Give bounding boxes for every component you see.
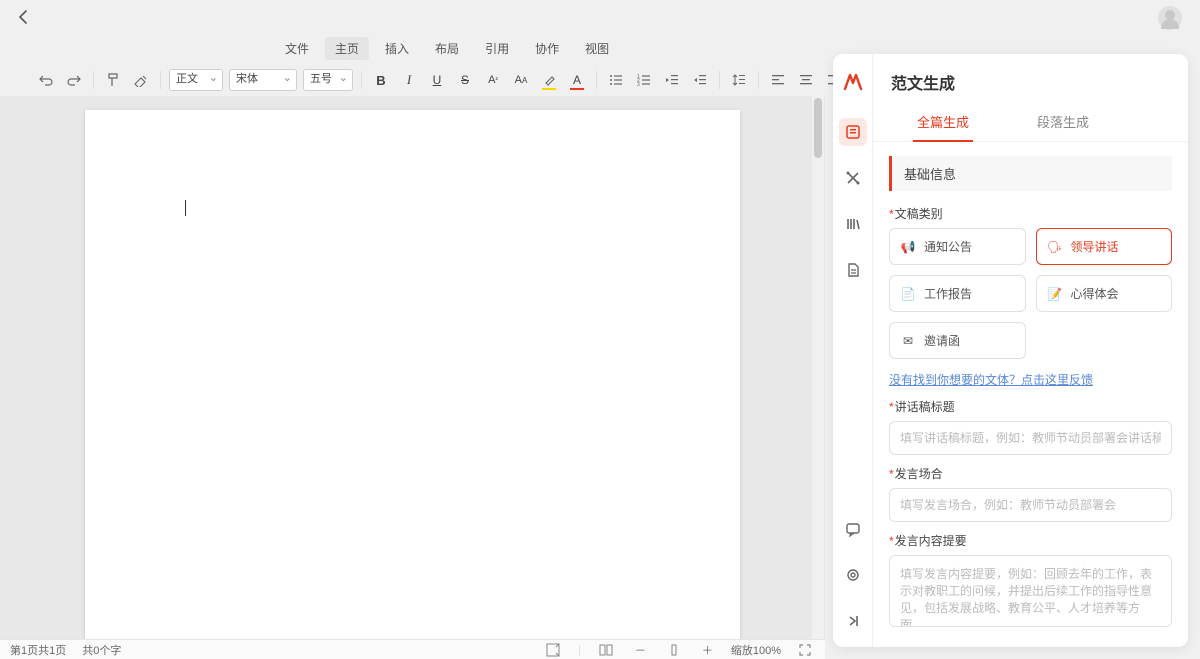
menu-insert[interactable]: 插入 [375,37,419,60]
envelope-icon: ✉ [900,334,916,348]
menu-layout[interactable]: 布局 [425,37,469,60]
font-color-button[interactable]: A [566,69,588,91]
font-case-button[interactable]: AA [510,69,532,91]
font-size-select[interactable]: 五号 [303,69,353,91]
type-reflection[interactable]: 📝心得体会 [1036,275,1173,312]
italic-button[interactable]: I [398,69,420,91]
undo-button[interactable] [35,69,57,91]
page-indicator: 第1页共1页 [10,642,66,658]
tab-full-generate[interactable]: 全篇生成 [913,104,973,141]
user-avatar[interactable] [1158,6,1182,30]
redo-button[interactable] [63,69,85,91]
font-select[interactable]: 宋体 [229,69,297,91]
report-icon: 📄 [900,287,916,301]
vertical-scrollbar[interactable] [812,96,824,639]
rail-collapse-icon[interactable] [839,607,867,635]
ai-form: 基础信息 *文稿类别 📢通知公告 🗣领导讲话 📄工作报告 📝心得体会 ✉邀请函 … [873,142,1188,647]
type-invitation[interactable]: ✉邀请函 [889,322,1026,359]
zoom-out-button[interactable]: － [631,642,650,658]
underline-button[interactable]: U [426,69,448,91]
type-speech[interactable]: 🗣领导讲话 [1036,228,1173,265]
bold-button[interactable]: B [370,69,392,91]
type-notice[interactable]: 📢通知公告 [889,228,1026,265]
megaphone-icon: 📢 [900,240,916,254]
ai-logo-icon [839,68,867,96]
ai-tabs: 全篇生成 段落生成 [873,104,1188,142]
menu-view[interactable]: 视图 [575,37,619,60]
align-left-button[interactable] [767,69,789,91]
ai-rail [833,54,873,647]
menu-collab[interactable]: 协作 [525,37,569,60]
zoom-label: 缩放100% [731,642,781,658]
type-report[interactable]: 📄工作报告 [889,275,1026,312]
menu-reference[interactable]: 引用 [475,37,519,60]
highlight-button[interactable] [538,69,560,91]
document-page[interactable] [85,110,740,639]
ai-panel-title: 范文生成 [873,54,1188,104]
ai-panel: 范文生成 全篇生成 段落生成 基础信息 *文稿类别 📢通知公告 🗣领导讲话 📄工… [833,54,1188,647]
align-center-button[interactable] [795,69,817,91]
rail-library-icon[interactable] [839,210,867,238]
bullet-list-button[interactable] [605,69,627,91]
zoom-reset-button[interactable] [664,644,684,656]
document-viewport[interactable] [0,96,825,639]
superscript-button[interactable]: A² [482,69,504,91]
menu-home[interactable]: 主页 [325,37,369,60]
decrease-indent-button[interactable] [661,69,683,91]
speech-title-input[interactable] [889,421,1172,455]
status-bar: 第1页共1页 共0个字 | － ＋ 缩放100% [0,639,825,659]
note-icon: 📝 [1047,287,1063,301]
back-button[interactable] [18,10,30,24]
section-basic-info: 基础信息 [889,156,1172,191]
layout-mode-button[interactable] [542,643,564,657]
increase-indent-button[interactable] [689,69,711,91]
speech-title-label: *讲话稿标题 [889,398,1172,415]
style-select[interactable]: 正文 [169,69,223,91]
format-painter-button[interactable] [102,69,124,91]
occasion-input[interactable] [889,488,1172,522]
numbered-list-button[interactable]: 123 [633,69,655,91]
svg-text:3: 3 [637,82,640,86]
tab-paragraph-generate[interactable]: 段落生成 [1033,104,1093,141]
doc-type-label: *文稿类别 [889,205,1172,222]
rail-doc-icon[interactable] [839,256,867,284]
fit-width-button[interactable] [595,644,617,656]
rail-chat-icon[interactable] [839,515,867,543]
rail-template-icon[interactable] [839,118,867,146]
person-speaking-icon: 🗣 [1047,240,1063,254]
occasion-label: *发言场合 [889,465,1172,482]
summary-label: *发言内容提要 [889,532,1172,549]
rail-settings-icon[interactable] [839,561,867,589]
text-cursor [185,200,186,216]
clear-format-button[interactable] [130,69,152,91]
word-count: 共0个字 [82,642,121,658]
feedback-link[interactable]: 没有找到你想要的文体？点击这里反馈 [889,371,1172,388]
summary-textarea[interactable] [889,555,1172,627]
line-spacing-button[interactable] [728,69,750,91]
menu-file[interactable]: 文件 [275,37,319,60]
rail-tools-icon[interactable] [839,164,867,192]
zoom-in-button[interactable]: ＋ [698,642,717,658]
title-bar [0,0,1200,36]
strikethrough-button[interactable]: S [454,69,476,91]
fullscreen-button[interactable] [795,644,815,656]
